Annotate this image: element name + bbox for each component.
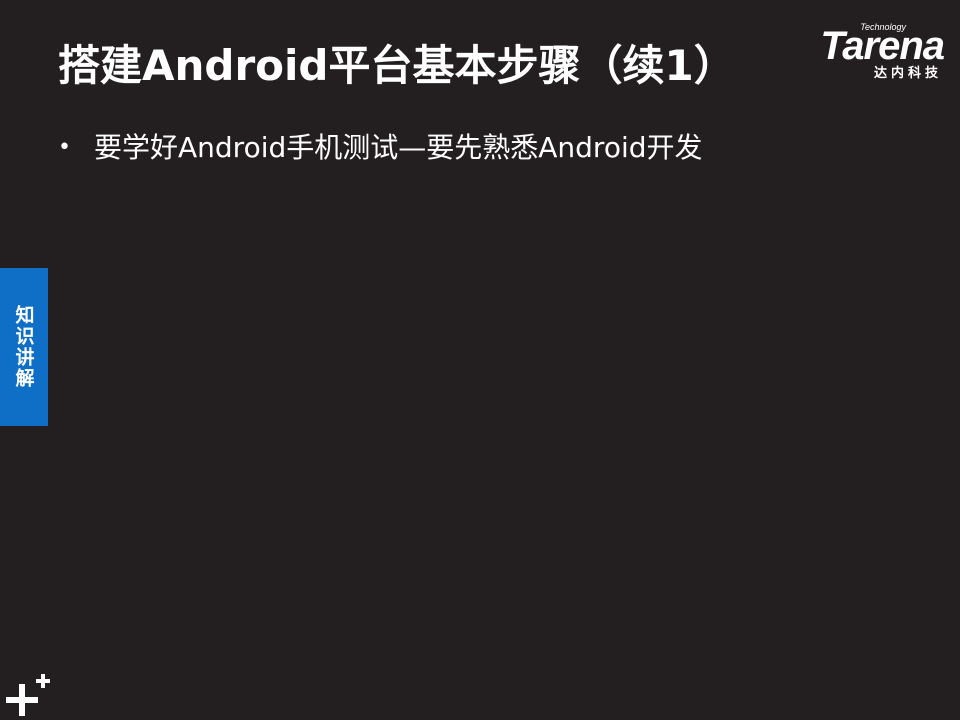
- tarena-logo: Technology Tarena 达内科技: [782, 22, 945, 84]
- bullet-dot: •: [58, 135, 71, 160]
- slide-title: 搭建Android平台基本步骤（续1）: [58, 41, 736, 90]
- side-tab-label: 知识讲解: [12, 305, 35, 389]
- plus-sign-icon: [6, 674, 50, 716]
- bullet-text: 要学好Android手机测试—要先熟悉Android开发: [94, 131, 703, 164]
- logo-subtitle: 达内科技: [873, 66, 942, 81]
- bullet-item: • 要学好Android手机测试—要先熟悉Android开发: [58, 126, 703, 170]
- bullet-list: • 要学好Android手机测试—要先熟悉Android开发: [58, 126, 703, 170]
- side-tab: 知识讲解: [0, 268, 48, 426]
